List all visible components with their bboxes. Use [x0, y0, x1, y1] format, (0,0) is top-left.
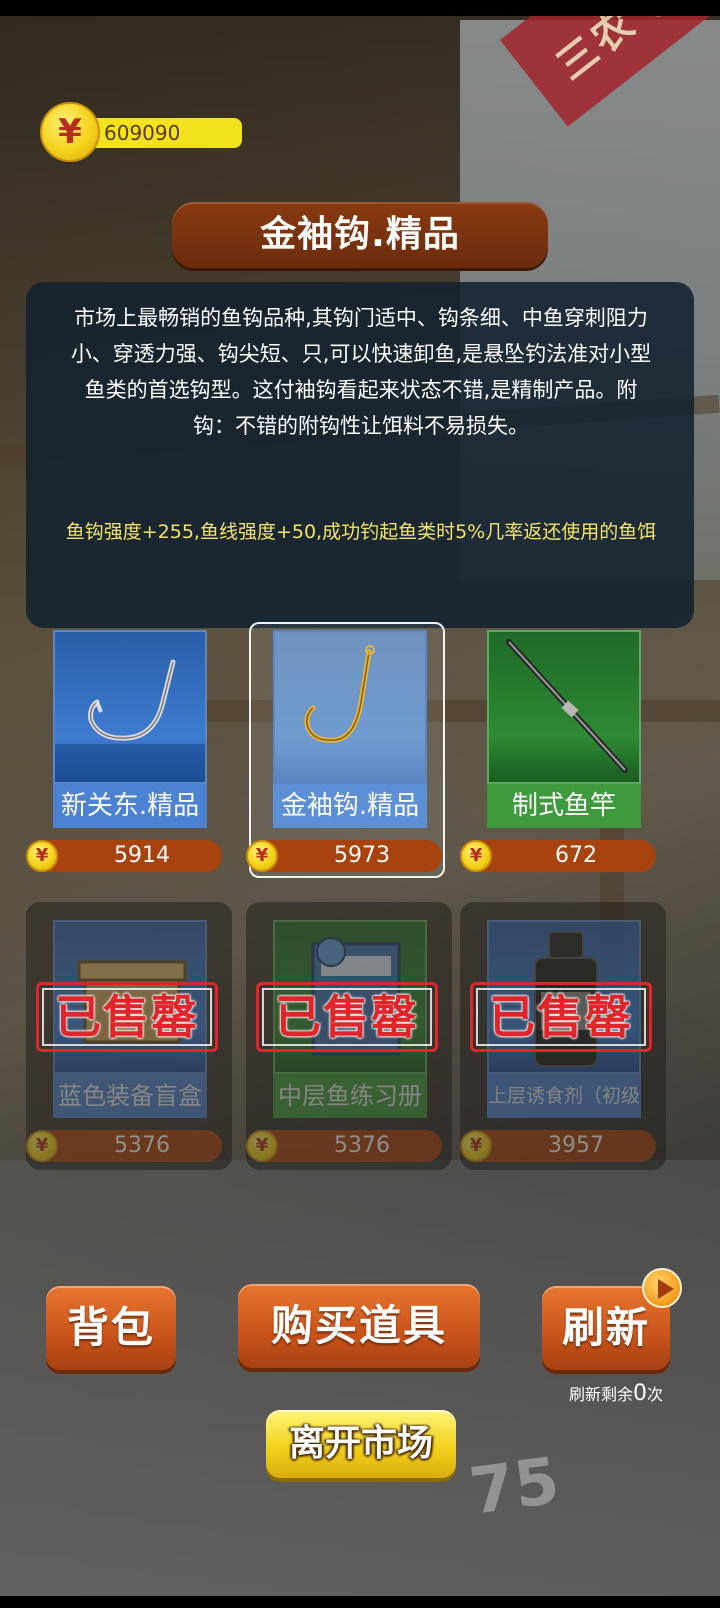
shop-item-card-sold: 中层鱼练习册 ¥ 5376 已售罄: [246, 902, 452, 1174]
item-price: ¥ 5914: [26, 840, 222, 872]
item-effect: 鱼钩强度+255,鱼线强度+50,成功钓起鱼类时5%几率返还使用的鱼饵: [65, 521, 657, 543]
refresh-remaining-count: 0: [633, 1381, 647, 1406]
leave-market-button[interactable]: 离开市场: [266, 1410, 456, 1478]
refresh-remaining-unit: 次: [647, 1385, 664, 1404]
yen-coin-icon: ¥: [26, 1130, 58, 1162]
item-price-value: 5973: [334, 843, 390, 868]
item-price-value: 5376: [114, 1133, 170, 1158]
item-price-value: 3957: [548, 1133, 604, 1158]
sold-out-stamp: 已售罄: [36, 982, 218, 1052]
item-name: 制式鱼竿: [487, 784, 641, 828]
shop-item-card[interactable]: 新关东.精品 ¥ 5914: [26, 628, 222, 884]
shop-item-card-sold: 蓝色装备盲盒 ¥ 5376 已售罄: [26, 902, 232, 1174]
yen-coin-icon: ¥: [40, 102, 100, 162]
refresh-remaining-label: 刷新剩余: [568, 1385, 633, 1404]
shop-item-card-sold: 上层诱食剂（初级 ¥ 3957 已售罄: [460, 902, 666, 1174]
item-price: ¥ 5973: [246, 840, 442, 872]
item-title: 金袖钩.精品: [172, 202, 548, 268]
item-price-value: 5376: [334, 1133, 390, 1158]
ground-number: 75: [465, 1444, 564, 1530]
item-price: ¥ 5376: [26, 1130, 222, 1162]
silver-hook-icon: [55, 659, 205, 782]
fishing-rod-icon: [506, 639, 628, 773]
shop-item-card-selected[interactable]: 金袖钩.精品 ¥ 5973: [246, 622, 445, 884]
item-image: [273, 630, 427, 784]
sold-out-stamp: 已售罄: [256, 982, 438, 1052]
item-name: 蓝色装备盲盒: [53, 1074, 207, 1118]
yen-coin-icon: ¥: [246, 840, 278, 872]
item-price-value: 5914: [114, 843, 170, 868]
item-price: ¥ 3957: [460, 1130, 656, 1162]
backpack-button[interactable]: 背包: [46, 1286, 176, 1370]
yen-coin-icon: ¥: [246, 1130, 278, 1162]
refresh-remaining: 刷新剩余0次: [536, 1382, 696, 1407]
nav-bar: [0, 1596, 720, 1608]
play-icon[interactable]: [642, 1268, 682, 1308]
item-image: [487, 630, 641, 784]
item-name: 中层鱼练习册: [273, 1074, 427, 1118]
item-image: [53, 630, 207, 784]
item-price: ¥ 5376: [246, 1130, 442, 1162]
item-name: 新关东.精品: [53, 784, 207, 828]
sold-out-stamp: 已售罄: [470, 982, 652, 1052]
status-bar: [0, 0, 720, 16]
shop-item-card[interactable]: 制式鱼竿 ¥ 672: [460, 628, 656, 884]
yen-coin-icon: ¥: [460, 1130, 492, 1162]
buy-item-button[interactable]: 购买道具: [238, 1284, 480, 1368]
item-price-value: 672: [555, 843, 597, 868]
item-name: 上层诱食剂（初级: [487, 1074, 641, 1118]
yen-coin-icon: ¥: [460, 840, 492, 872]
yen-coin-icon: ¥: [26, 840, 58, 872]
item-description: 市场上最畅销的鱼钩品种,其钩门适中、钩条细、中鱼穿刺阻力小、穿透力强、钩尖短、只…: [70, 306, 652, 438]
gold-hook-icon: [304, 645, 375, 743]
item-price: ¥ 672: [460, 840, 656, 872]
item-name: 金袖钩.精品: [273, 784, 427, 828]
